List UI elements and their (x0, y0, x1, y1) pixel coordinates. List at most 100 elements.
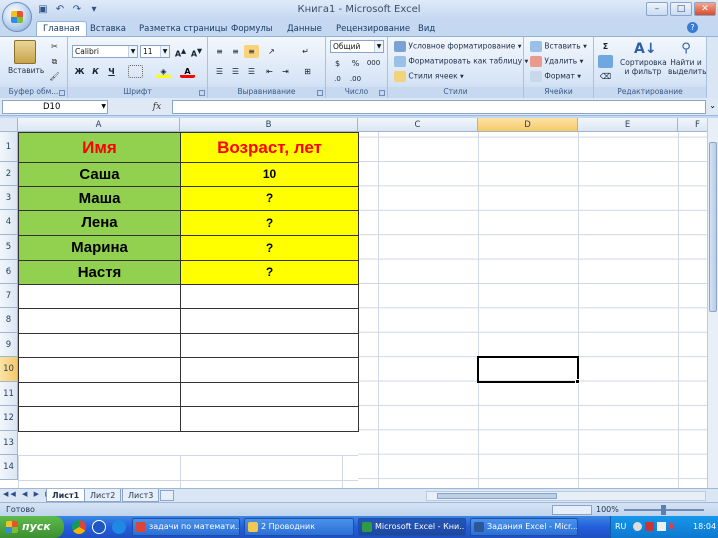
row-header[interactable]: 14 (0, 455, 18, 480)
tray-icon[interactable] (633, 522, 642, 531)
sheet-tab-1[interactable]: Лист1 (46, 489, 86, 502)
italic-button[interactable]: К (88, 65, 103, 78)
number-expand-icon[interactable] (379, 90, 385, 96)
cell-a7[interactable] (18, 284, 181, 309)
cell-b7[interactable] (180, 284, 359, 309)
function-icon[interactable]: fx (146, 100, 168, 114)
tab-formulas[interactable]: Формулы (231, 22, 273, 36)
sheet-tab-2[interactable]: Лист2 (84, 489, 122, 502)
cell-b6[interactable]: ? (180, 260, 359, 285)
maximize-button[interactable]: □ (670, 2, 692, 16)
increase-indent-icon[interactable]: ⇥ (278, 65, 293, 78)
cell-a1[interactable]: Имя (18, 132, 181, 163)
find-select-button[interactable]: ⚲ Найти и выделить (668, 40, 707, 76)
align-center-icon[interactable]: ☰ (228, 65, 243, 78)
row-header[interactable]: 4 (0, 210, 18, 235)
align-bottom-icon[interactable]: ≡ (244, 45, 259, 58)
tray-icon[interactable] (645, 522, 654, 531)
cell-a10[interactable] (18, 357, 181, 383)
column-header-e[interactable]: E (578, 118, 678, 132)
fill-icon[interactable] (598, 55, 613, 68)
vertical-scroll-thumb[interactable] (709, 142, 717, 312)
cell-b10[interactable] (180, 357, 359, 383)
select-all-corner[interactable] (0, 118, 18, 132)
decrease-indent-icon[interactable]: ⇤ (262, 65, 277, 78)
format-cells-button[interactable]: Формат ▾ (530, 71, 581, 82)
row-header[interactable]: 2 (0, 162, 18, 186)
clear-icon[interactable]: ⌫ (598, 70, 613, 83)
minimize-button[interactable]: – (646, 2, 668, 16)
tab-insert[interactable]: Вставка (90, 22, 126, 36)
clipboard-expand-icon[interactable] (59, 90, 65, 96)
cell-b2[interactable]: 10 (180, 162, 359, 187)
cell-b11[interactable] (180, 382, 359, 407)
close-button[interactable]: ✕ (694, 2, 716, 16)
alignment-expand-icon[interactable] (317, 90, 323, 96)
orientation-icon[interactable]: ↗ (264, 45, 279, 58)
cell-b3[interactable]: ? (180, 186, 359, 211)
row-header[interactable]: 7 (0, 284, 18, 308)
cell-b5[interactable]: ? (180, 235, 359, 261)
format-painter-icon[interactable]: 🖌 (47, 70, 62, 83)
comma-style-icon[interactable]: 000 (366, 57, 381, 70)
cell-a2[interactable]: Саша (18, 162, 181, 187)
insert-cells-button[interactable]: Вставить ▾ (530, 41, 587, 52)
column-header-c[interactable]: C (358, 118, 478, 132)
paste-button[interactable]: Вставить (8, 40, 44, 75)
row-header[interactable]: 11 (0, 382, 18, 406)
row-header[interactable]: 5 (0, 235, 18, 260)
name-box[interactable]: D10 ▼ (2, 100, 108, 114)
kaspersky-icon[interactable]: K (669, 516, 675, 538)
percent-icon[interactable]: % (348, 57, 363, 70)
delete-cells-button[interactable]: Удалить ▾ (530, 56, 583, 67)
fill-handle[interactable] (575, 379, 580, 384)
shrink-font-icon[interactable]: A▼ (189, 45, 204, 59)
horizontal-scrollbar[interactable] (426, 491, 706, 501)
horizontal-scroll-thumb[interactable] (437, 493, 557, 499)
vertical-scrollbar[interactable] (707, 118, 718, 488)
fill-color-icon[interactable]: ◈ (156, 65, 171, 78)
row-header[interactable]: 6 (0, 260, 18, 284)
sheet-tab-3[interactable]: Лист3 (122, 489, 160, 502)
font-name-combo[interactable]: Calibri ▼ (72, 45, 138, 58)
worksheet[interactable]: A B C D E F 1 2 3 4 5 6 7 8 9 10 11 12 1… (0, 118, 718, 488)
cell-a9[interactable] (18, 333, 181, 358)
tab-view[interactable]: Вид (418, 22, 435, 36)
skype-icon[interactable] (92, 520, 106, 534)
new-sheet-icon[interactable] (160, 490, 174, 501)
cell-a3[interactable]: Маша (18, 186, 181, 211)
view-buttons[interactable] (552, 505, 592, 515)
row-header[interactable]: 9 (0, 333, 18, 357)
column-header-b[interactable]: B (180, 118, 358, 132)
align-right-icon[interactable]: ☰ (244, 65, 259, 78)
row-header[interactable]: 13 (0, 431, 18, 455)
volume-icon[interactable] (657, 522, 666, 531)
copy-icon[interactable]: ⧉ (47, 55, 62, 68)
conditional-formatting-button[interactable]: Условное форматирование ▾ (394, 41, 522, 52)
chrome-icon[interactable] (72, 520, 86, 534)
number-format-combo[interactable]: Общий ▼ (330, 40, 384, 53)
tab-page-layout[interactable]: Разметка страницы (139, 22, 227, 36)
autosum-icon[interactable]: Σ (598, 40, 613, 53)
cell-a5[interactable]: Марина (18, 235, 181, 261)
cell-b12[interactable] (180, 406, 359, 432)
row-header[interactable]: 8 (0, 308, 18, 333)
bold-button[interactable]: Ж (72, 65, 87, 78)
borders-icon[interactable] (128, 65, 143, 78)
wrap-text-icon[interactable]: ↵ (298, 45, 313, 58)
format-as-table-button[interactable]: Форматировать как таблицу ▾ (394, 56, 528, 67)
taskbar-item-2[interactable]: 2 Проводник (244, 518, 354, 536)
language-indicator[interactable]: RU (615, 516, 626, 538)
taskbar-item-4[interactable]: Задания Excel - Micr... (470, 518, 578, 536)
cell-a4[interactable]: Лена (18, 210, 181, 236)
row-header[interactable]: 10 (0, 357, 18, 382)
cell-b8[interactable] (180, 308, 359, 334)
cell-b9[interactable] (180, 333, 359, 358)
merge-center-icon[interactable]: ⊞ (300, 65, 315, 78)
column-header-a[interactable]: A (18, 118, 180, 132)
tab-review[interactable]: Рецензирование (336, 22, 410, 36)
selected-cell-d10[interactable] (477, 356, 579, 383)
sort-filter-button[interactable]: A↓ Сортировка и фильтр (620, 40, 667, 76)
row-header[interactable]: 12 (0, 406, 18, 431)
underline-button[interactable]: Ч (104, 65, 119, 78)
